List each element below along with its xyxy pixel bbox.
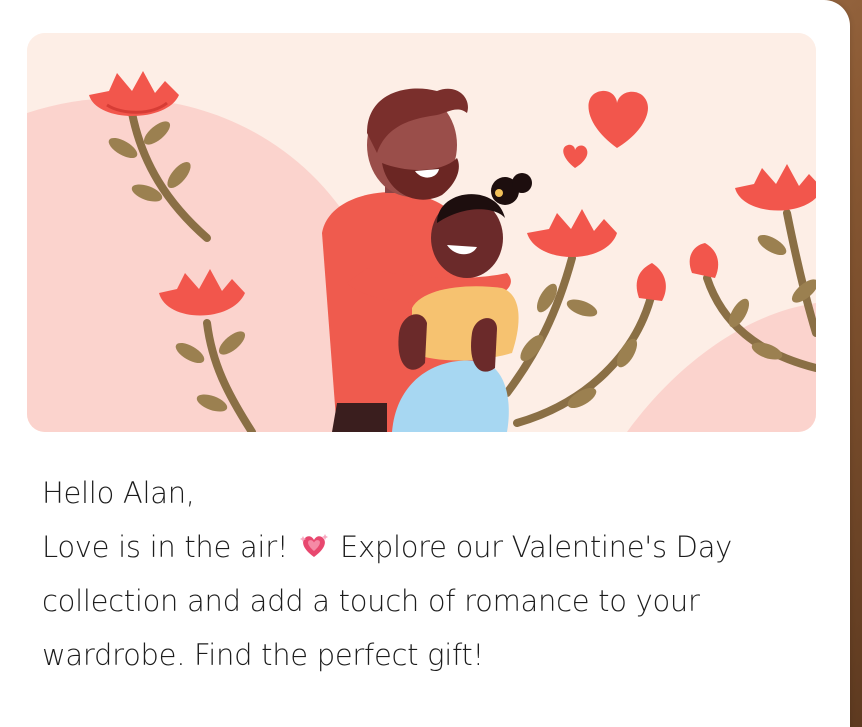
valentine-banner-illustration	[27, 33, 816, 432]
sparkling-heart-icon	[300, 534, 329, 557]
greeting-text: Hello Alan,	[42, 476, 195, 510]
body-text-start: Love is in the air!	[42, 530, 298, 564]
email-card: Hello Alan, Love is in the air! Explore …	[0, 0, 850, 727]
email-message: Hello Alan, Love is in the air! Explore …	[42, 466, 802, 682]
body-text: Love is in the air! Explore our Valentin…	[42, 520, 802, 682]
